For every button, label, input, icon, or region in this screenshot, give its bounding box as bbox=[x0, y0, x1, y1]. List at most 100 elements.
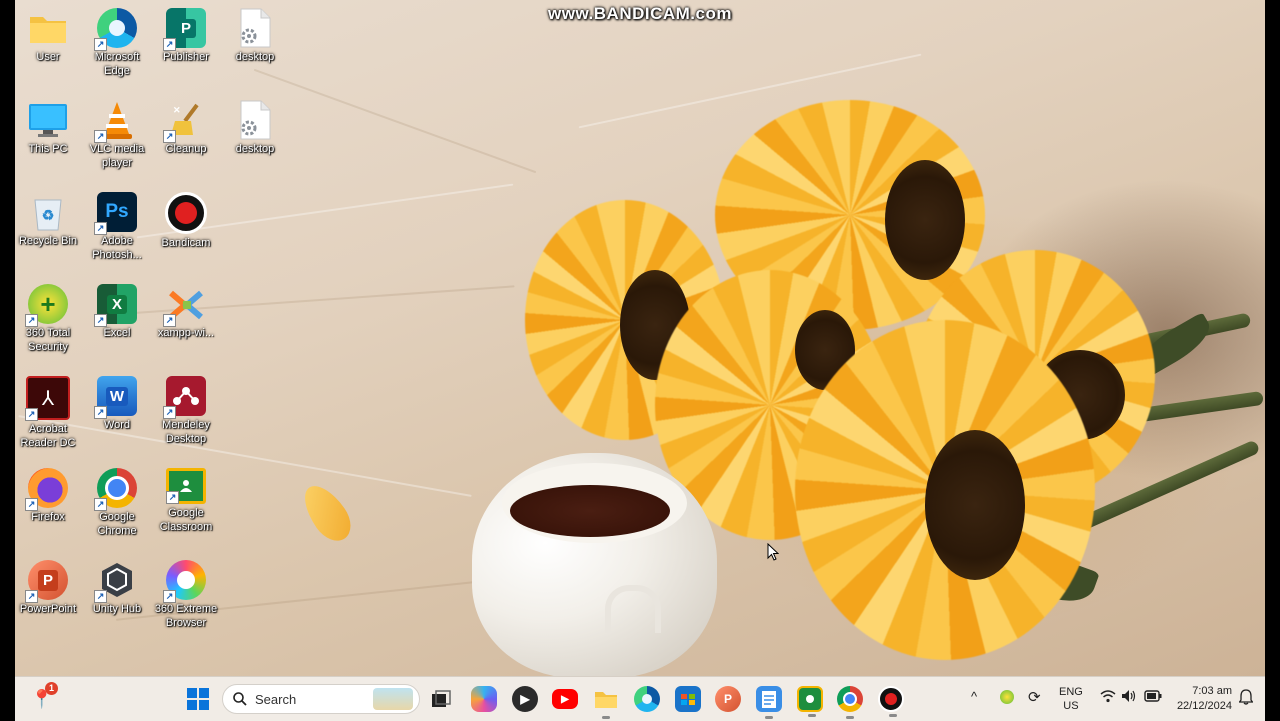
desktop-icon-label: Microsoft Edge bbox=[94, 51, 140, 77]
photoshop-icon: Ps ↗ bbox=[94, 192, 137, 235]
tray-sync[interactable]: ⟳ bbox=[1028, 688, 1041, 706]
start-button[interactable] bbox=[185, 686, 211, 712]
taskbar-task-view[interactable] bbox=[428, 686, 454, 712]
desktop-icon-label: 360 Total Security bbox=[25, 327, 71, 353]
network-button[interactable] bbox=[1100, 689, 1116, 706]
desktop-icon-photoshop[interactable]: Ps ↗ Adobe Photosh... bbox=[84, 184, 150, 262]
mouse-cursor-icon bbox=[767, 543, 779, 561]
desktop-icon-powerpoint[interactable]: P ↗ PowerPoint bbox=[15, 552, 81, 616]
youtube-icon: ▶ bbox=[561, 693, 569, 705]
tray-360-security[interactable] bbox=[1000, 690, 1014, 704]
desktop-icon-label: Publisher bbox=[163, 51, 209, 63]
firefox-icon: ↗ bbox=[25, 468, 68, 511]
battery-button[interactable] bbox=[1144, 690, 1162, 705]
language-code: ENG bbox=[1059, 686, 1083, 698]
speaker-icon bbox=[1122, 690, 1136, 702]
desktop-icon-label: Google Chrome bbox=[97, 511, 137, 537]
desktop-icon-xampp[interactable]: ↗ xampp-wi... bbox=[153, 276, 219, 340]
desktop-icon-360-total-security[interactable]: + ↗ 360 Total Security bbox=[15, 276, 81, 354]
taskbar-store[interactable] bbox=[675, 686, 701, 712]
desktop-icon-label: Unity Hub bbox=[92, 603, 142, 615]
desktop-icon-label: desktop bbox=[235, 143, 275, 155]
show-hidden-icons-button[interactable]: ^ bbox=[971, 689, 977, 704]
desktop-icon-label: VLC media player bbox=[89, 143, 145, 169]
taskbar-edge[interactable] bbox=[634, 686, 660, 712]
widgets-button[interactable]: 📍 1 bbox=[29, 682, 58, 712]
desktop-icon-desktop-ini[interactable]: desktop bbox=[222, 92, 288, 156]
notifications-button[interactable] bbox=[1238, 689, 1254, 708]
desktop-icon-bandicam[interactable]: Bandicam bbox=[153, 184, 219, 250]
taskbar: 📍 1 Search ▶ ▶ P ^ ⟳ ENG US 7:03 am 22/1… bbox=[15, 676, 1265, 721]
powerpoint-icon: P ↗ bbox=[25, 560, 68, 603]
desktop-icon-label: xampp-wi... bbox=[157, 327, 215, 339]
desktop-icon-360-extreme-browser[interactable]: ↗ 360 Extreme Browser bbox=[153, 552, 219, 630]
clock-date: 22/12/2024 bbox=[1176, 700, 1232, 712]
taskbar-youtube[interactable]: ▶ bbox=[552, 689, 578, 709]
desktop-icon-label: Adobe Photosh... bbox=[92, 235, 142, 261]
mendeley-icon: ↗ bbox=[163, 376, 206, 419]
svg-text:✕: ✕ bbox=[173, 105, 181, 115]
360-browser-icon: ↗ bbox=[163, 560, 206, 603]
desktop-icon-label: Google Classroom bbox=[159, 507, 213, 533]
taskbar-media-player[interactable]: ▶ bbox=[512, 686, 538, 712]
language-region: US bbox=[1063, 700, 1079, 712]
bandicam-watermark: www.BANDICAM.com bbox=[548, 4, 732, 23]
desktop-icon-mendeley[interactable]: ↗ Mendeley Desktop bbox=[153, 368, 219, 446]
360-security-icon: + ↗ bbox=[25, 284, 68, 327]
volume-button[interactable] bbox=[1121, 689, 1137, 706]
taskbar-chrome[interactable] bbox=[837, 686, 863, 719]
desktop-icon-label: Mendeley Desktop bbox=[162, 419, 210, 445]
screen: User This PC ♻ Recycle Bin + ↗ 360 Total… bbox=[0, 0, 1280, 721]
powerpoint-icon: P bbox=[723, 692, 732, 706]
chrome-icon bbox=[843, 692, 857, 706]
360-security-icon bbox=[1000, 690, 1014, 704]
desktop-icon-label: Firefox bbox=[31, 511, 65, 523]
desktop-icon-vlc[interactable]: ↗ VLC media player bbox=[84, 92, 150, 170]
windows-icon bbox=[187, 688, 209, 710]
desktop-icon-google-classroom[interactable]: ↗ Google Classroom bbox=[153, 460, 219, 534]
desktop-icon-label: Bandicam bbox=[161, 237, 211, 249]
chrome-icon: ↗ bbox=[94, 468, 137, 511]
desktop-icon-label: desktop bbox=[235, 51, 275, 63]
desktop-icon-acrobat-reader[interactable]: ⅄ ↗ Acrobat Reader DC bbox=[15, 368, 81, 450]
taskbar-bandicam[interactable] bbox=[878, 686, 904, 717]
desktop-icon-this-pc[interactable]: This PC bbox=[15, 92, 81, 156]
search-box[interactable]: Search bbox=[222, 684, 420, 714]
bell-icon bbox=[1238, 689, 1254, 705]
clock-time: 7:03 am bbox=[1192, 685, 1232, 697]
wifi-icon bbox=[1100, 690, 1116, 703]
search-highlight-icon bbox=[373, 688, 413, 710]
unity-hub-icon: ↗ bbox=[94, 560, 137, 603]
desktop-icon-label: Excel bbox=[103, 327, 131, 339]
desktop-icon-unity-hub[interactable]: ↗ Unity Hub bbox=[84, 552, 150, 616]
desktop-icon-cleanup[interactable]: ✕ ↗ Cleanup bbox=[153, 92, 219, 156]
xampp-icon: ↗ bbox=[163, 284, 206, 327]
classroom-icon bbox=[806, 695, 814, 703]
settings-file-icon bbox=[235, 100, 275, 140]
desktop-icon-google-chrome[interactable]: ↗ Google Chrome bbox=[84, 460, 150, 538]
taskbar-notepad[interactable] bbox=[756, 686, 782, 719]
clock[interactable]: 7:03 am 22/12/2024 bbox=[1170, 684, 1232, 714]
desktop-icon-word[interactable]: W ↗ Word bbox=[84, 368, 150, 432]
classroom-icon: ↗ bbox=[166, 468, 206, 504]
vlc-icon: ↗ bbox=[94, 100, 137, 143]
fabric-fold bbox=[253, 68, 537, 174]
desktop-icon-excel[interactable]: X ↗ Excel bbox=[84, 276, 150, 340]
taskbar-classroom[interactable] bbox=[797, 686, 823, 717]
taskbar-copilot[interactable] bbox=[471, 686, 497, 712]
language-indicator[interactable]: ENG US bbox=[1059, 685, 1083, 713]
sunflower bbox=[795, 320, 1095, 660]
desktop-icon-label: PowerPoint bbox=[19, 603, 77, 615]
taskbar-powerpoint[interactable]: P bbox=[715, 686, 741, 712]
word-icon: W ↗ bbox=[94, 376, 137, 419]
search-placeholder: Search bbox=[255, 692, 297, 707]
excel-icon: X ↗ bbox=[94, 284, 137, 327]
task-view-icon bbox=[432, 690, 451, 707]
taskbar-file-explorer[interactable] bbox=[593, 686, 619, 719]
media-player-icon: ▶ bbox=[520, 692, 530, 706]
desktop-icon-firefox[interactable]: ↗ Firefox bbox=[15, 460, 81, 524]
store-icon bbox=[681, 694, 695, 705]
desktop-icon-recycle-bin[interactable]: ♻ Recycle Bin bbox=[15, 184, 81, 248]
folder-icon bbox=[595, 692, 617, 708]
desktop-icon-label: User bbox=[36, 51, 60, 63]
